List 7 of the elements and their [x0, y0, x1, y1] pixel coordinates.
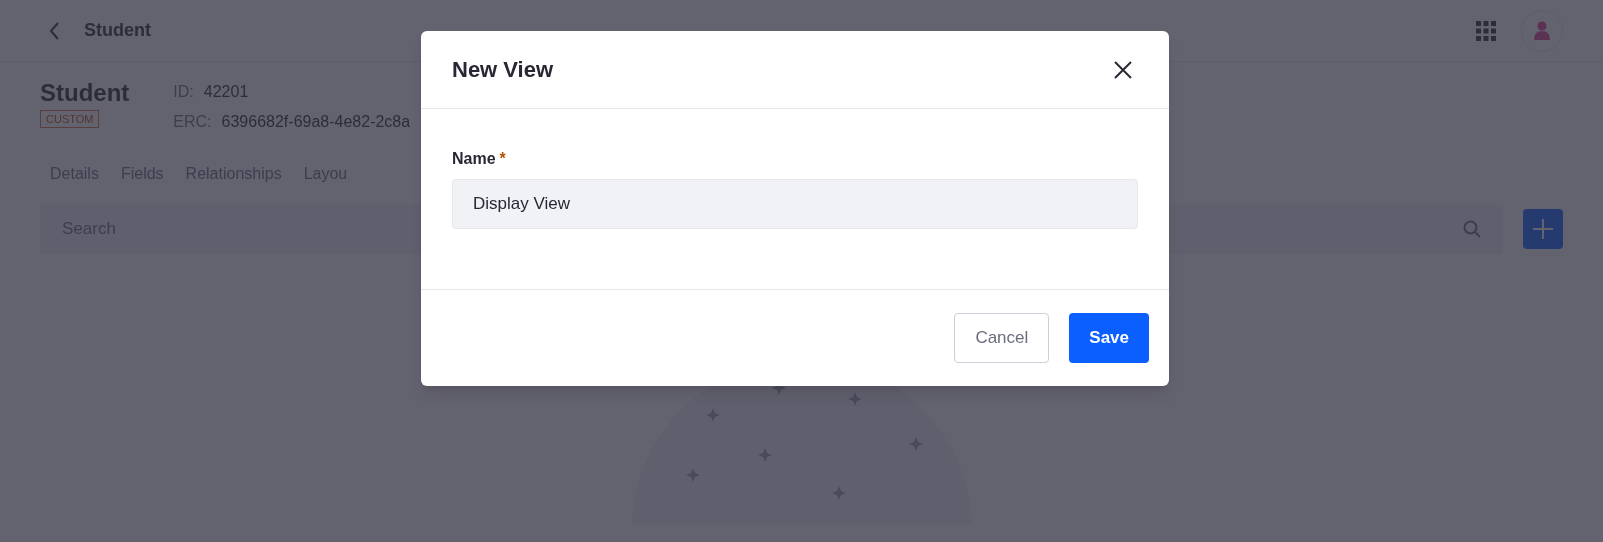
required-mark: *	[499, 149, 506, 169]
name-field[interactable]: Display View	[452, 179, 1138, 229]
dialog-title: New View	[452, 56, 554, 84]
close-icon	[1114, 60, 1132, 79]
save-button[interactable]: Save	[1069, 313, 1149, 363]
cancel-button[interactable]: Cancel	[954, 313, 1050, 363]
field-label: Name	[452, 149, 496, 169]
